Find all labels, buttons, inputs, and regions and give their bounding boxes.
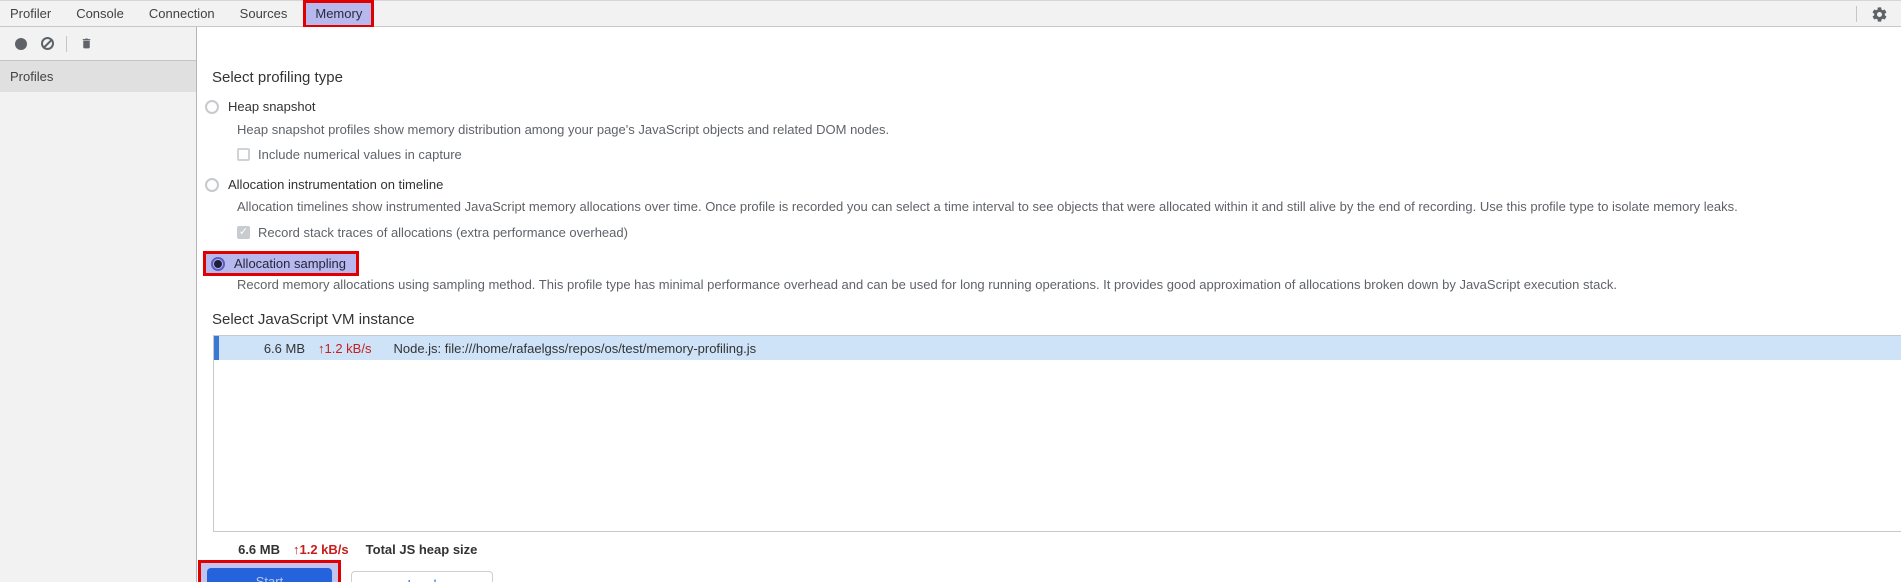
- tab-bar: Profiler Console Connection Sources Memo…: [0, 0, 1901, 28]
- option-allocation-instrumentation[interactable]: Allocation instrumentation on timeline: [205, 177, 443, 192]
- vm-instance-heading: Select JavaScript VM instance: [212, 311, 415, 328]
- vm-heap-size: 6.6 MB: [263, 340, 305, 356]
- start-button-annotation: Start: [198, 560, 341, 582]
- radio-heap-snapshot[interactable]: [205, 99, 219, 114]
- vm-instance-list: 6.6 MB ↑1.2 kB/s Node.js: file:///home/r…: [213, 335, 1901, 532]
- tab-connection[interactable]: Connection: [149, 4, 215, 24]
- vm-allocation-rate: ↑1.2 kB/s: [318, 340, 372, 356]
- heap-total-summary: 6.6 MB ↑1.2 kB/s Total JS heap size: [213, 542, 477, 557]
- include-numerical-values-checkbox-row[interactable]: Include numerical values in capture: [237, 147, 462, 162]
- checkbox-label: Include numerical values in capture: [258, 147, 462, 162]
- tabbar-right-controls: [1856, 1, 1901, 27]
- trash-icon: [82, 38, 90, 49]
- record-button[interactable]: [8, 31, 34, 57]
- profiles-toolbar: [0, 27, 196, 61]
- profiles-label: Profiles: [10, 69, 54, 84]
- record-icon: [15, 37, 27, 50]
- toolbar-divider: [66, 35, 67, 52]
- start-button[interactable]: Start: [207, 567, 332, 582]
- option-heap-snapshot[interactable]: Heap snapshot: [205, 99, 315, 114]
- option-description: Record memory allocations using sampling…: [237, 277, 1617, 292]
- tab-console[interactable]: Console: [76, 4, 124, 24]
- option-description: Heap snapshot profiles show memory distr…: [237, 122, 890, 137]
- checkbox-label: Record stack traces of allocations (extr…: [258, 225, 628, 240]
- toolbar-divider: [1856, 6, 1857, 22]
- load-button[interactable]: Load: [351, 571, 493, 582]
- tab-profiler[interactable]: Profiler: [10, 4, 51, 24]
- profiles-section-header[interactable]: Profiles: [0, 61, 196, 92]
- total-allocation-rate: ↑1.2 kB/s: [293, 542, 349, 557]
- memory-panel-content: Select profiling type Heap snapshot Heap…: [198, 27, 1901, 582]
- tab-sources[interactable]: Sources: [240, 4, 288, 24]
- radio-allocation-sampling[interactable]: [211, 256, 225, 271]
- tab-memory[interactable]: Memory: [303, 0, 375, 28]
- option-label: Allocation instrumentation on timeline: [228, 177, 444, 192]
- option-allocation-sampling-highlighted[interactable]: Allocation sampling: [203, 251, 360, 276]
- option-label: Allocation sampling: [234, 256, 347, 271]
- devtools-memory-panel: Profiler Console Connection Sources Memo…: [0, 0, 1901, 582]
- record-stack-traces-checkbox-row[interactable]: ✓ Record stack traces of allocations (ex…: [237, 225, 628, 240]
- total-heap-label: Total JS heap size: [365, 542, 478, 557]
- checkbox-record-stack-traces[interactable]: ✓: [237, 226, 250, 239]
- radio-allocation-instrumentation[interactable]: [205, 177, 219, 192]
- delete-button[interactable]: [73, 31, 99, 57]
- gear-icon[interactable]: [1871, 6, 1888, 23]
- profiles-sidebar: Profiles: [0, 27, 197, 582]
- vm-instance-row[interactable]: 6.6 MB ↑1.2 kB/s Node.js: file:///home/r…: [214, 336, 1901, 360]
- option-description: Allocation timelines show instrumented J…: [237, 199, 1738, 214]
- option-label: Heap snapshot: [228, 99, 316, 114]
- checkbox-include-numerical-values[interactable]: [237, 148, 250, 161]
- total-heap-size: 6.6 MB: [238, 542, 280, 557]
- block-icon: [40, 37, 54, 50]
- clear-all-button[interactable]: [34, 31, 60, 57]
- vm-instance-name: Node.js: file:///home/rafaelgss/repos/os…: [393, 340, 757, 356]
- profiling-type-heading: Select profiling type: [212, 69, 343, 86]
